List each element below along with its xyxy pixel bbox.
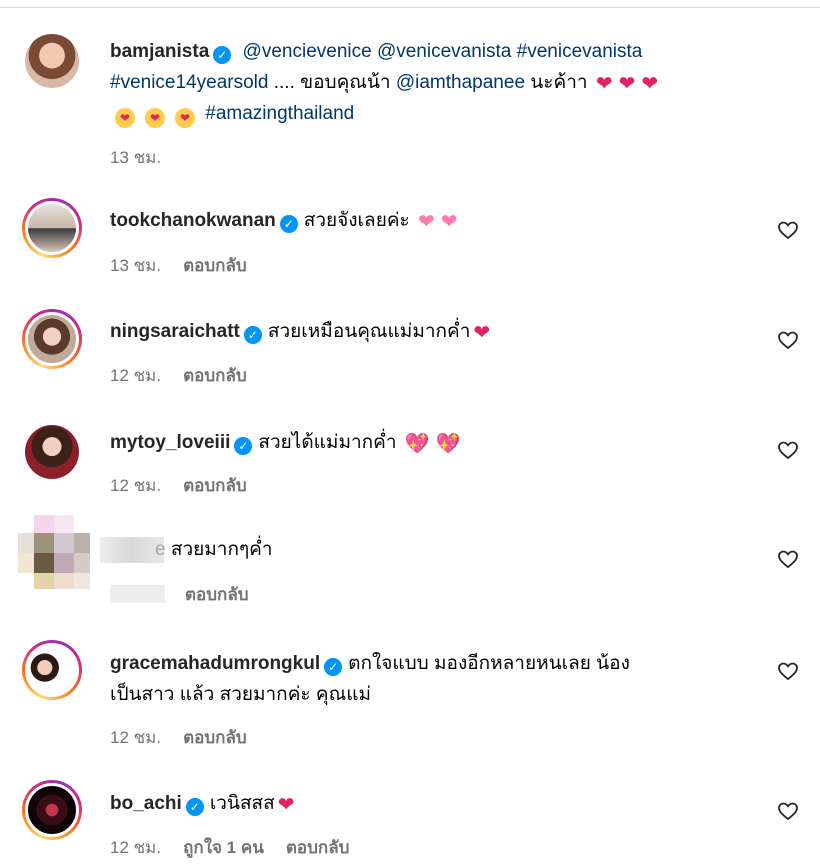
verified-badge-icon: ✓ [243, 326, 262, 344]
kiss-face-icon: ❤ [145, 108, 165, 128]
heart-outline-icon[interactable] [776, 799, 800, 823]
caption-tags[interactable]: @vencievenice @venicevanista #venicevani… [243, 41, 643, 62]
post-time: 13 ชม. [110, 148, 162, 167]
comment-username[interactable]: bo_achi [110, 793, 182, 814]
pixelated-avatar [18, 515, 98, 595]
kiss-face-icon: ❤ [175, 108, 195, 128]
comment-meta: 12 ชม. ถูกใจ 1 คน ตอบกลับ [110, 834, 371, 861]
comment-meta: 12 ชม. ตอบกลับ [110, 362, 269, 389]
comment-text: สวยมากๆค่ำ [170, 539, 273, 560]
heart-outline-icon[interactable] [776, 547, 800, 571]
reply-button[interactable]: ตอบกลับ [183, 366, 247, 385]
avatar[interactable] [22, 780, 82, 840]
sparkling-heart-icon: 💖 [404, 433, 430, 455]
reply-button[interactable]: ตอบกลับ [286, 838, 350, 857]
sparkling-heart-icon: 💖 [435, 433, 461, 455]
comment-username[interactable]: mytoy_loveiii [110, 432, 230, 453]
comment-username[interactable]: ningsaraichatt [110, 321, 240, 342]
comment-time: 12 ชม. [110, 476, 162, 495]
comment-text: ตกใจแบบ มองอีกหลายหนเลย น้อง [348, 653, 630, 674]
avatar[interactable] [25, 34, 79, 88]
comment-meta: 13 ชม. ตอบกลับ [110, 252, 269, 279]
caption-text: .... ขอบคุณน้า [268, 72, 396, 93]
verified-badge-icon: ✓ [185, 798, 204, 816]
heart-outline-icon[interactable] [776, 328, 800, 352]
avatar[interactable] [25, 425, 79, 479]
heart-outline-icon[interactable] [776, 438, 800, 462]
heart-outline-icon[interactable] [776, 659, 800, 683]
reply-button[interactable]: ตอบกลับ [183, 476, 247, 495]
comment-meta: ตอบกลับ [110, 581, 271, 608]
comment-meta: 12 ชม. ตอบกลับ [110, 724, 269, 751]
comment-text: สวยจังเลยค่ะ [303, 210, 410, 231]
comment-time: 12 ชม. [110, 728, 162, 747]
comment-time: 13 ชม. [110, 256, 162, 275]
verified-badge-icon: ✓ [324, 658, 343, 676]
pink-heart-icon: ❤ [440, 211, 458, 233]
caption-text-2: นะค้าา [525, 72, 588, 93]
red-heart-icon: ❤ [641, 73, 659, 95]
red-heart-icon: ❤ [277, 794, 295, 816]
comment-text: สวยได้แม่มากค่ำ [258, 432, 397, 453]
verified-badge-icon: ✓ [234, 437, 253, 455]
red-heart-icon: ❤ [473, 322, 491, 344]
red-heart-icon: ❤ [618, 73, 636, 95]
comment-text-line2: เป็นสาว แล้ว สวยมากค่ะ คุณแม่ [110, 684, 371, 705]
heart-outline-icon[interactable] [776, 218, 800, 242]
post-username[interactable]: bamjanista [110, 41, 209, 62]
pink-heart-icon: ❤ [418, 211, 435, 233]
avatar[interactable] [22, 309, 82, 369]
comment-time: 12 ชม. [110, 366, 162, 385]
red-heart-icon: ❤ [595, 73, 613, 95]
top-divider [0, 7, 820, 8]
pixelated-time [110, 585, 165, 603]
reply-button[interactable]: ตอบกลับ [185, 585, 249, 604]
reply-button[interactable]: ตอบกลับ [183, 256, 247, 275]
caption-mention[interactable]: @iamthapanee [396, 72, 525, 93]
comment-username-partial: e [155, 539, 166, 560]
caption-hashtag[interactable]: #amazingthailand [205, 103, 354, 124]
comment-username[interactable]: gracemahadumrongkul [110, 653, 320, 674]
verified-badge-icon: ✓ [213, 46, 232, 64]
comment-text: เวนิสสส [209, 793, 275, 814]
kiss-face-icon: ❤ [115, 108, 135, 128]
comment-text: สวยเหมือนคุณแม่มากค่ำ [267, 321, 471, 342]
comment-username[interactable]: tookchanokwanan [110, 210, 276, 231]
avatar[interactable] [22, 640, 82, 700]
comment-time: 12 ชม. [110, 838, 162, 857]
caption-hashtag[interactable]: #venice14yearsold [110, 72, 268, 93]
likes-count[interactable]: ถูกใจ 1 คน [183, 838, 264, 857]
post-meta: 13 ชม. [110, 144, 183, 171]
comment-meta: 12 ชม. ตอบกลับ [110, 472, 269, 499]
verified-badge-icon: ✓ [279, 215, 298, 233]
avatar[interactable] [22, 198, 82, 258]
reply-button[interactable]: ตอบกลับ [183, 728, 247, 747]
